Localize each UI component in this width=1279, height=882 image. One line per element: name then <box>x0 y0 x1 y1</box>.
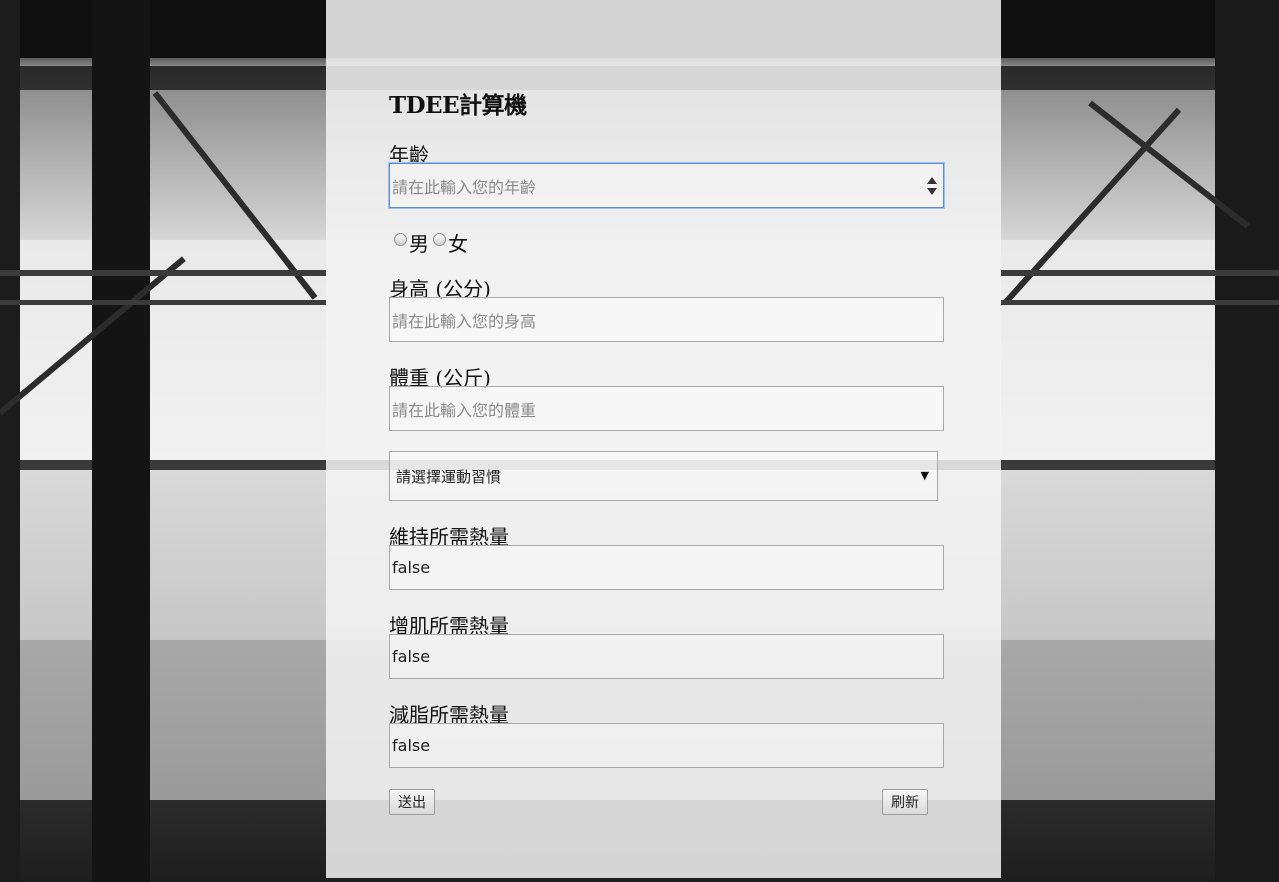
background-truss <box>1002 107 1182 306</box>
height-input[interactable]: 請在此輸入您的身高 <box>389 297 944 342</box>
weight-input[interactable]: 請在此輸入您的體重 <box>389 386 944 431</box>
weight-placeholder: 請在此輸入您的體重 <box>392 400 537 420</box>
maintain-calories-output[interactable]: false <box>389 545 944 590</box>
background-truss <box>152 91 318 300</box>
bulk-calories-value: false <box>392 647 431 666</box>
dropdown-caret-icon: ▼ <box>920 469 929 482</box>
background-truss <box>0 256 186 416</box>
activity-select-value: 請選擇運動習慣 <box>396 467 502 486</box>
background-rail <box>0 270 326 276</box>
activity-select[interactable]: 請選擇運動習慣 ▼ <box>389 451 938 501</box>
gender-radio-group: 男 女 <box>394 228 472 257</box>
background-rail <box>1001 270 1279 276</box>
cut-calories-output[interactable]: false <box>389 723 944 768</box>
cut-calories-value: false <box>392 736 431 755</box>
maintain-calories-value: false <box>392 558 431 577</box>
background-rail <box>1001 300 1279 305</box>
page-title: TDEE計算機 <box>389 92 527 119</box>
female-radio[interactable] <box>433 233 446 246</box>
male-radio[interactable] <box>394 233 407 246</box>
height-placeholder: 請在此輸入您的身高 <box>392 311 537 331</box>
male-radio-label: 男 <box>409 232 429 256</box>
background-rail <box>0 300 326 305</box>
background-truss <box>1088 100 1250 229</box>
submit-button[interactable]: 送出 <box>389 789 435 815</box>
age-input[interactable]: 請在此輸入您的年齡 <box>389 163 944 208</box>
age-placeholder: 請在此輸入您的年齡 <box>392 177 537 197</box>
number-spinner-icon[interactable] <box>927 177 937 195</box>
bulk-calories-output[interactable]: false <box>389 634 944 679</box>
refresh-button[interactable]: 刷新 <box>882 789 928 815</box>
female-radio-label: 女 <box>448 232 468 256</box>
